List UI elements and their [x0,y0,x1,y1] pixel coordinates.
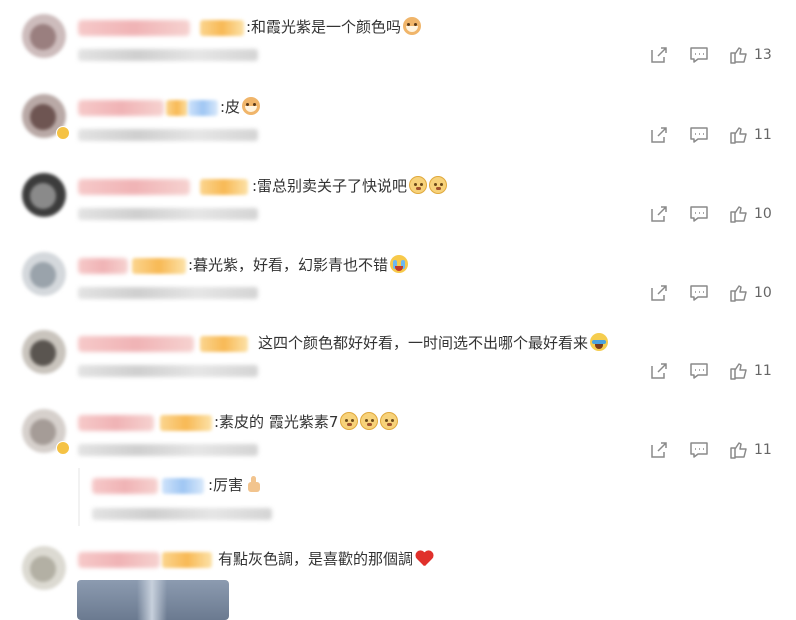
user-badge [162,552,212,568]
heart-emoji-icon [415,551,433,567]
user-badge [200,20,244,36]
like-count: 11 [754,127,772,143]
thumbs-up-icon[interactable] [728,439,750,461]
comment-meta-blurred [78,49,258,61]
thumbs-up-emoji-icon [245,475,263,493]
reply-meta-blurred [92,508,272,520]
user-badge [132,258,186,274]
username-blurred[interactable] [78,336,194,352]
comment-meta-blurred [78,208,258,220]
comment-text: :皮 [220,97,261,117]
comment-meta-blurred [78,129,258,141]
comment-icon[interactable] [688,360,710,382]
username-blurred[interactable] [78,415,154,431]
comment-image-thumbnail[interactable] [77,580,229,620]
comment-icon[interactable] [688,44,710,66]
sub-reply: :厉害 [78,468,796,526]
thumbs-up-icon[interactable] [728,360,750,382]
share-icon[interactable] [648,439,670,461]
dog-emoji-icon [380,412,399,430]
comment-text-content: :素皮的 霞光紫素7 [214,413,339,431]
comment-meta-blurred [78,287,258,299]
dog-emoji-icon [429,176,448,194]
cat-emoji-icon [242,97,261,115]
comment-text-content: 这四个颜色都好好看，一时间选不出哪个最好看来 [258,334,589,352]
comment-icon[interactable] [688,282,710,304]
thumbs-up-icon[interactable] [728,124,750,146]
user-badge [166,100,188,116]
comment-text-content: :皮 [220,98,241,116]
comment-text: :和霞光紫是一个颜色吗 [246,17,422,37]
username-blurred[interactable] [92,478,158,494]
share-icon[interactable] [648,203,670,225]
username-blurred[interactable] [78,100,164,116]
share-icon[interactable] [648,282,670,304]
comment-text: :素皮的 霞光紫素7 [214,412,399,432]
sub-reply-text: :厉害 [208,475,263,495]
avatar[interactable] [22,330,66,374]
username-blurred[interactable] [78,552,160,568]
user-badge [200,179,248,195]
share-icon[interactable] [648,124,670,146]
comment-meta-blurred [78,444,258,456]
avatar[interactable] [22,252,66,296]
sub-reply-text-content: :厉害 [208,476,244,494]
username-blurred[interactable] [78,20,190,36]
like-count: 11 [754,442,772,458]
comment-text: :雷总别卖关子了快说吧 [252,176,448,196]
avatar[interactable] [22,14,66,58]
avatar[interactable] [22,173,66,217]
dog-emoji-icon [340,412,359,430]
user-badge [188,100,218,116]
cat-emoji-icon [403,17,422,35]
like-count: 10 [754,285,772,301]
user-badge [160,415,212,431]
verified-badge-icon [56,441,70,455]
comment-text: 有點灰色調，是喜歡的那個調 [218,549,433,569]
thumbs-up-icon[interactable] [728,44,750,66]
like-count: 10 [754,206,772,222]
share-icon[interactable] [648,44,670,66]
user-badge [162,478,204,494]
comment-text-content: :和霞光紫是一个颜色吗 [246,18,402,36]
comment-meta-blurred [78,365,258,377]
avatar[interactable] [22,546,66,590]
comment-text: 这四个颜色都好好看，一时间选不出哪个最好看来 [258,333,609,353]
comment-text-content: :暮光紫，好看，幻影青也不错 [188,256,389,274]
username-blurred[interactable] [78,179,190,195]
like-count: 13 [754,47,772,63]
username-blurred[interactable] [78,258,128,274]
comment-icon[interactable] [688,439,710,461]
comment-text-content: 有點灰色調，是喜歡的那個調 [218,550,414,568]
thumbs-up-icon[interactable] [728,282,750,304]
like-count: 11 [754,363,772,379]
comment-icon[interactable] [688,203,710,225]
comment-icon[interactable] [688,124,710,146]
comment-text-content: :雷总别卖关子了快说吧 [252,177,408,195]
dog-emoji-icon [360,412,379,430]
share-icon[interactable] [648,360,670,382]
verified-badge-icon [56,126,70,140]
laughing-emoji-icon [590,333,609,351]
dog-emoji-icon [409,176,428,194]
comment-text: :暮光紫，好看，幻影青也不错 [188,255,409,275]
user-badge [200,336,248,352]
crying-emoji-icon [390,255,409,273]
thumbs-up-icon[interactable] [728,203,750,225]
